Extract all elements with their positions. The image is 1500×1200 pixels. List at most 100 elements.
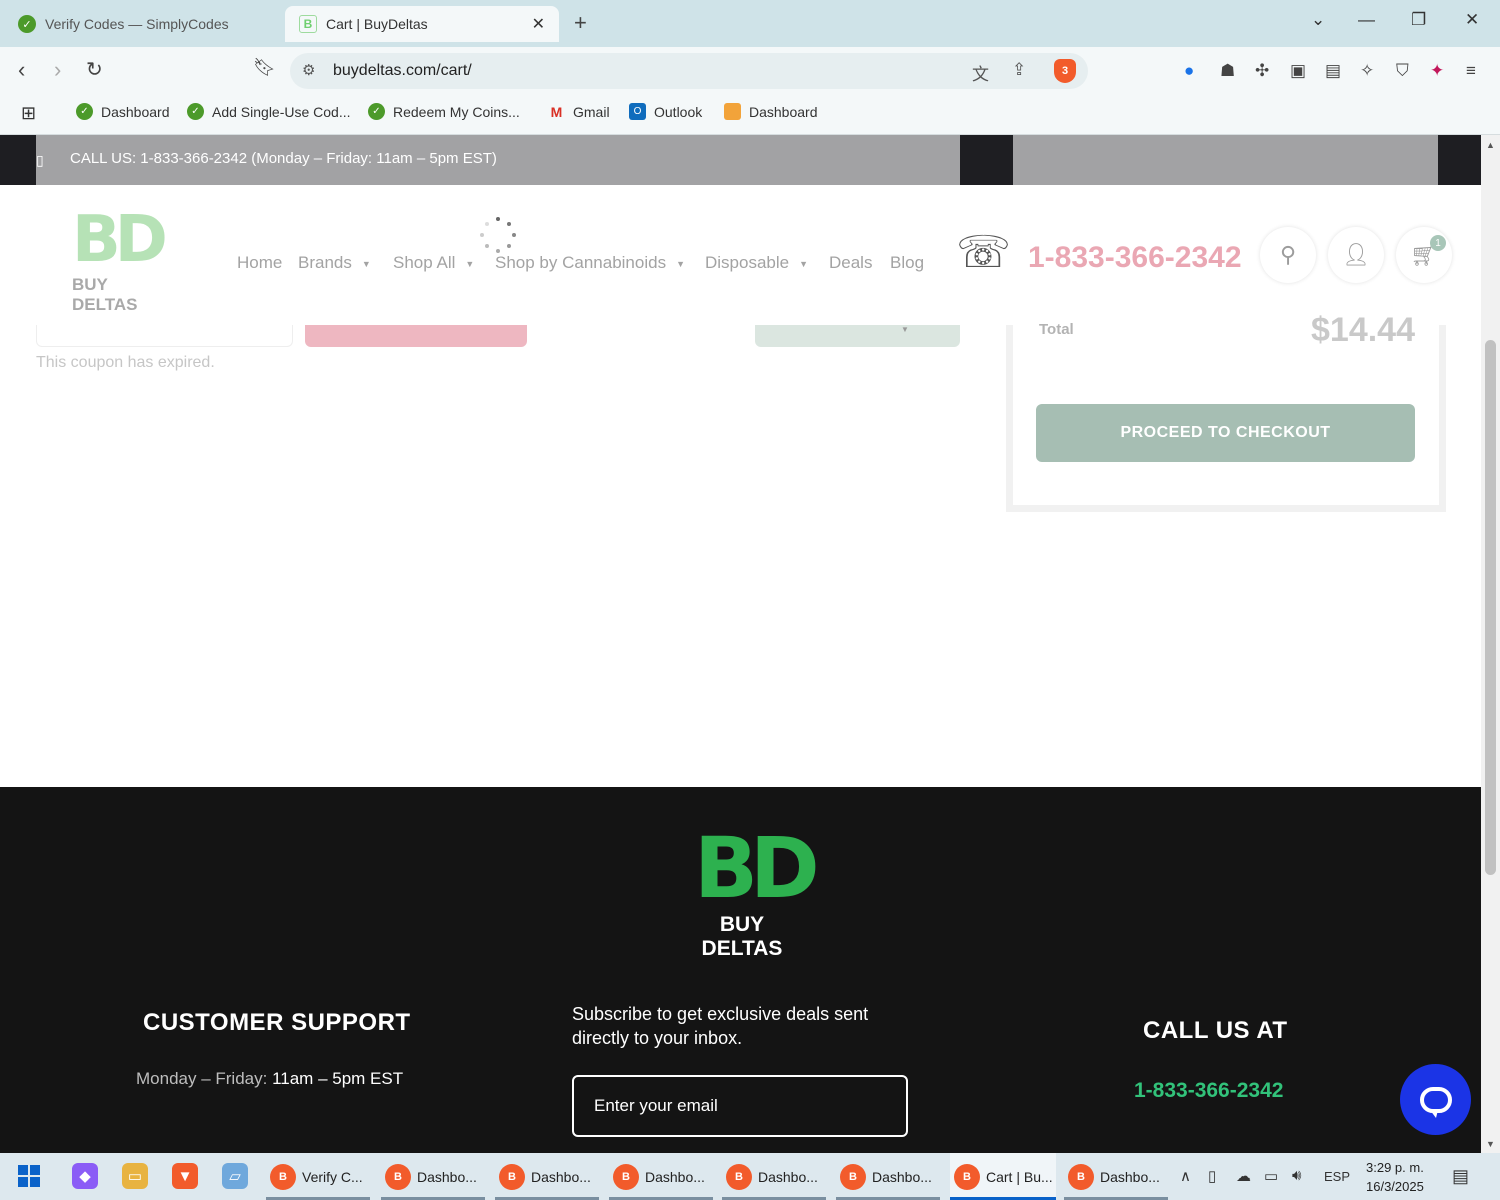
nav-disposable[interactable]: Disposable ▼ [705, 253, 808, 273]
tab-cart-buydeltas[interactable]: B Cart | BuyDeltas ✕ [285, 6, 559, 42]
taskbar-app-dashboard-6[interactable]: B Dashbo... [1064, 1153, 1168, 1200]
tray-device-icon[interactable]: ▯ [1208, 1167, 1216, 1185]
web-page: ▯ CALL US: 1-833-366-2342 (Monday – Frid… [0, 135, 1481, 1153]
close-window-icon[interactable]: ✕ [1465, 10, 1479, 30]
taskbar-app-dashboard-4[interactable]: B Dashbo... [722, 1153, 826, 1200]
site-settings-icon[interactable]: ⚙ [302, 61, 315, 79]
scroll-up-arrow-icon[interactable]: ▲ [1486, 140, 1495, 150]
tray-network-icon[interactable]: ▭ [1264, 1167, 1278, 1185]
leo-ai-icon[interactable]: ✧ [1360, 61, 1374, 81]
share-icon[interactable]: ⇪ [1012, 60, 1026, 80]
scrollbar-thumb[interactable] [1485, 340, 1496, 875]
nav-home[interactable]: Home [237, 253, 282, 273]
nav-deals[interactable]: Deals [829, 253, 872, 273]
windows-start-icon[interactable] [18, 1165, 40, 1187]
bookmark-add-single-use[interactable]: ✓ Add Single-Use Cod... [187, 103, 351, 120]
menu-icon[interactable]: ≡ [1466, 61, 1476, 81]
translate-icon[interactable]: 文 [972, 60, 989, 85]
forward-icon[interactable]: › [54, 57, 61, 83]
address-bar[interactable]: ⚙ buydeltas.com/cart/ 文 ⇪ 3 [290, 53, 1088, 89]
vpn-icon[interactable]: ⛉ [1396, 61, 1409, 81]
copilot-icon[interactable]: ◆ [72, 1163, 98, 1189]
windows-taskbar: ◆ ▭ ▼ ▱ B Verify C... B Dashbo... B Dashbo.… [0, 1153, 1500, 1200]
cart-button[interactable]: 🛒︎ 1 [1396, 227, 1452, 283]
brave-shield-icon[interactable]: 3 [1054, 59, 1076, 83]
page-scrollbar[interactable]: ▲ ▼ [1481, 135, 1500, 1153]
nav-shop-by-cannabinoids[interactable]: Shop by Cannabinoids ▼ [495, 253, 685, 273]
profile-icon[interactable]: ✦ [1430, 61, 1444, 81]
apply-coupon-button[interactable] [305, 325, 527, 347]
newsletter-email-input[interactable] [572, 1075, 908, 1137]
tray-chevron-icon[interactable]: ∧ [1180, 1167, 1191, 1185]
taskbar-app-dashboard-1[interactable]: B Dashbo... [381, 1153, 485, 1200]
taskbar-clock[interactable]: 3:29 p. m. 16/3/2025 [1366, 1158, 1424, 1196]
topbar-call-text: CALL US: 1-833-366-2342 (Monday – Friday… [70, 150, 497, 167]
minimize-icon[interactable]: — [1358, 10, 1375, 30]
bookmark-redeem-coins[interactable]: ✓ Redeem My Coins... [368, 103, 520, 120]
taskbar-app-verify[interactable]: B Verify C... [266, 1153, 370, 1200]
tab-list-chevron-icon[interactable]: ⌄ [1311, 10, 1325, 30]
bookmark-gmail[interactable]: M Gmail [548, 103, 610, 120]
close-tab-icon[interactable]: ✕ [532, 14, 545, 34]
taskbar-app-dashboard-3[interactable]: B Dashbo... [609, 1153, 713, 1200]
new-tab-icon[interactable]: + [574, 10, 587, 36]
header-phone-number[interactable]: 1-833-366-2342 [1028, 241, 1242, 275]
site-logo[interactable]: BD BUY DELTAS [72, 205, 168, 315]
mobile-phone-icon: ▯ [36, 152, 44, 168]
bookmark-outlook[interactable]: O Outlook [629, 103, 702, 120]
extensions-puzzle-icon[interactable]: ✣ [1255, 61, 1269, 81]
sidebar-icon[interactable]: ▣ [1290, 61, 1306, 81]
nav-blog[interactable]: Blog [890, 253, 924, 273]
nav-brands[interactable]: Brands ▼ [298, 253, 371, 273]
footer-logo[interactable]: BD BUY DELTAS [694, 819, 820, 961]
tab-verify-codes[interactable]: ✓ Verify Codes — SimplyCodes [4, 6, 280, 42]
footer-logo-word: BUY DELTAS [701, 913, 783, 960]
tray-language[interactable]: ESP [1324, 1169, 1350, 1184]
simplycodes-icon: ✓ [76, 103, 93, 120]
caret-down-icon: ▼ [361, 258, 371, 269]
maximize-icon[interactable]: ❐ [1411, 10, 1426, 30]
coupon-expired-message: This coupon has expired. [36, 354, 215, 371]
brave-profile-icon: B [726, 1163, 752, 1190]
top-announcement-bar: ▯ CALL US: 1-833-366-2342 (Monday – Frid… [0, 135, 1481, 185]
bookmark-dashboard-2[interactable]: Dashboard [724, 103, 818, 120]
taskbar-app-cart[interactable]: B Cart | Bu... [950, 1153, 1056, 1200]
tray-volume-icon[interactable]: 🔊︎ [1292, 1167, 1301, 1184]
bot-extension-icon[interactable]: ☗ [1220, 61, 1235, 81]
simplycodes-icon: ✓ [187, 103, 204, 120]
notifications-icon[interactable]: ▤ [1452, 1166, 1469, 1187]
footer-logo-mark-icon: BD [694, 819, 820, 917]
reload-icon[interactable]: ↻ [86, 57, 103, 82]
file-explorer-icon[interactable]: ▭ [122, 1163, 148, 1189]
search-button[interactable]: ⚲ [1260, 227, 1316, 283]
update-cart-button[interactable]: ▼ [755, 325, 960, 347]
bookmark-dashboard[interactable]: ✓ Dashboard [76, 103, 170, 120]
bookmark-icon[interactable]: 🔖︎ [253, 57, 276, 78]
gmail-icon: M [550, 103, 563, 120]
account-button[interactable]: 👤︎ [1328, 227, 1384, 283]
support-hours: Monday – Friday: 11am – 5pm EST [136, 1069, 404, 1088]
cart-totals-box: Total $14.44 PROCEED TO CHECKOUT [1006, 311, 1446, 512]
nav-shop-all[interactable]: Shop All ▼ [393, 253, 474, 273]
back-icon[interactable]: ‹ [18, 57, 25, 83]
user-icon: 👤︎ [1342, 242, 1370, 267]
tray-cloud-icon[interactable]: ☁ [1236, 1167, 1251, 1185]
footer-phone-number[interactable]: 1-833-366-2342 [1134, 1079, 1283, 1103]
taskbar-app-dashboard-5[interactable]: B Dashbo... [836, 1153, 940, 1200]
browser-toolbar: ‹ › ↻ 🔖︎ ⚙ buydeltas.com/cart/ 文 ⇪ 3 ● ☗… [0, 47, 1500, 94]
notepad-app-icon[interactable]: ▱ [222, 1163, 248, 1189]
proceed-to-checkout-button[interactable]: PROCEED TO CHECKOUT [1036, 404, 1415, 462]
loading-spinner-icon [480, 217, 516, 253]
scroll-down-arrow-icon[interactable]: ▼ [1486, 1139, 1495, 1149]
extension-badge-icon[interactable]: ● [1184, 61, 1194, 81]
taskbar-app-dashboard-2[interactable]: B Dashbo... [495, 1153, 599, 1200]
customer-support-heading: CUSTOMER SUPPORT [143, 1009, 411, 1036]
apps-grid-icon[interactable]: ⊞ [21, 103, 36, 124]
tab-title: Verify Codes — SimplyCodes [45, 16, 229, 32]
live-chat-button[interactable] [1400, 1064, 1471, 1135]
caret-down-icon: ▼ [901, 325, 909, 334]
wallet-icon[interactable]: ▤ [1325, 61, 1341, 81]
coupon-code-input[interactable] [36, 325, 293, 347]
site-header: BD BUY DELTAS Home Brands ▼ Shop All ▼ Sho… [0, 185, 1481, 325]
brave-browser-icon[interactable]: ▼ [172, 1163, 198, 1189]
